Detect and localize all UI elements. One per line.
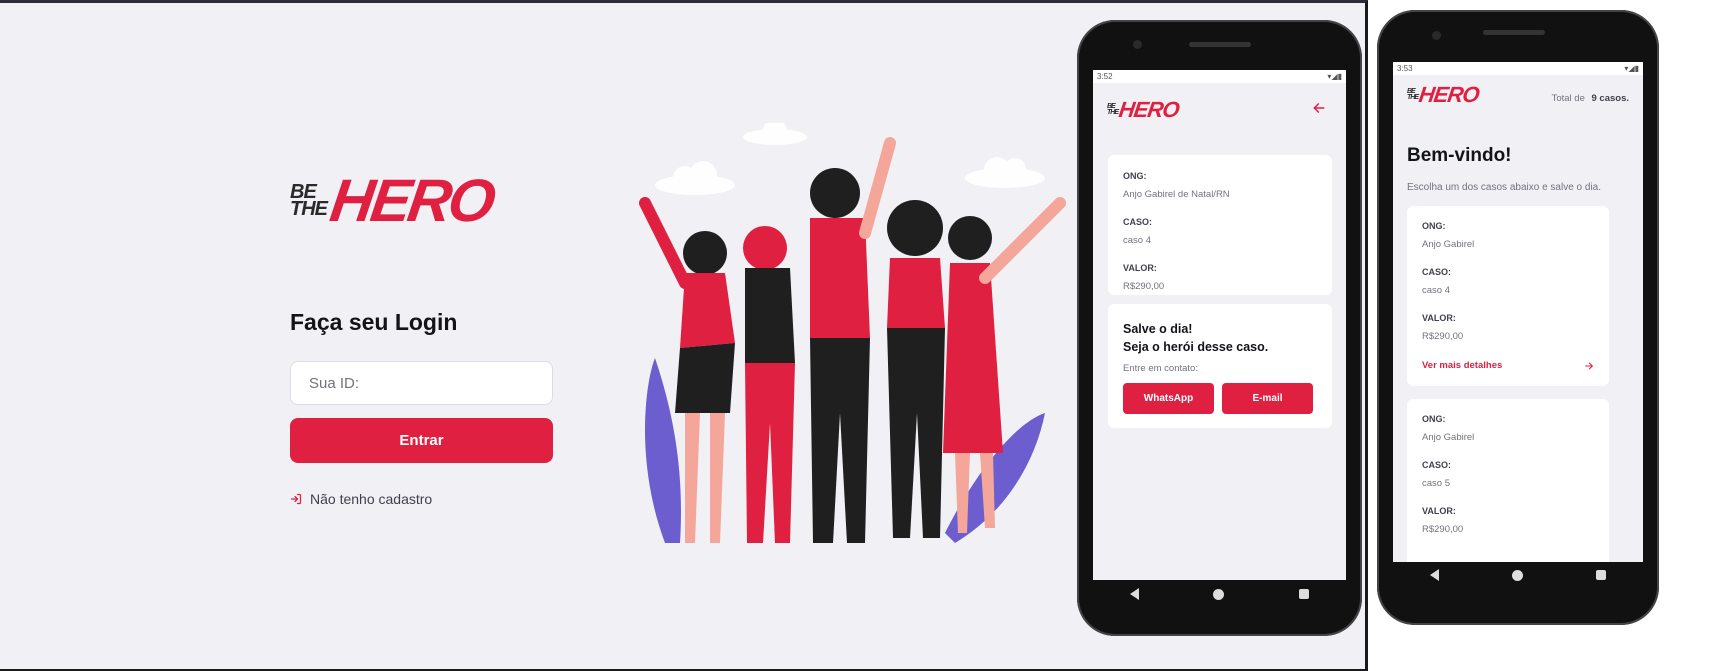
arrow-left-icon[interactable] <box>1312 101 1326 115</box>
contact-description: Entre em contato: <box>1123 363 1198 374</box>
enter-button[interactable]: Entrar <box>290 418 553 463</box>
heroes-illustration <box>639 123 1066 543</box>
nav-home-icon[interactable] <box>1213 588 1225 600</box>
details-link[interactable]: Ver mais detalhes <box>1422 360 1594 371</box>
value-value: R$290,00 <box>1422 524 1464 535</box>
ong-value: Anjo Gabirel <box>1422 239 1475 250</box>
status-icons: ▾◢▮ <box>1327 72 1342 81</box>
value-label: VALOR: <box>1123 263 1157 273</box>
logo-hero-text: HERO <box>326 167 498 234</box>
nav-recent-icon[interactable] <box>1298 589 1309 599</box>
logo-the-text: THE <box>1407 94 1419 101</box>
value-label: VALOR: <box>1422 313 1456 323</box>
incident-card: ONG: Anjo Gabirel de Natal/RN CASO: caso… <box>1108 155 1332 295</box>
be-the-hero-logo: BE THE HERO <box>290 166 497 235</box>
case-label: CASO: <box>1123 217 1152 227</box>
value-value: R$290,00 <box>1422 331 1464 342</box>
ong-value: Anjo Gabirel <box>1422 432 1475 443</box>
details-link-label: Ver mais detalhes <box>1422 360 1503 371</box>
list-screen: 3:53 ▾◢▮ BE THE HERO Total de 9 casos. B… <box>1393 62 1643 562</box>
phone-list-mockup: 3:53 ▾◢▮ BE THE HERO Total de 9 casos. B… <box>1377 10 1659 625</box>
status-time: 3:53 <box>1397 64 1413 73</box>
status-bar: 3:53 ▾◢▮ <box>1393 62 1643 75</box>
logo-hero-text: HERO <box>1417 82 1481 107</box>
be-the-hero-logo: BE THE HERO <box>1107 97 1181 123</box>
phone-speaker <box>1189 42 1251 47</box>
ong-label: ONG: <box>1422 414 1446 424</box>
total-prefix: Total de <box>1551 93 1585 104</box>
status-bar: 3:52 ▾◢▮ <box>1093 70 1346 83</box>
log-in-icon <box>290 493 302 505</box>
value-label: VALOR: <box>1422 506 1456 516</box>
detail-screen: 3:52 ▾◢▮ BE THE HERO ONG: Anjo Gabirel d… <box>1093 70 1346 580</box>
login-title: Faça seu Login <box>290 309 458 335</box>
incident-card: ONG: Anjo Gabirel CASO: caso 4 VALOR: R$… <box>1407 206 1609 386</box>
case-value: caso 4 <box>1422 285 1450 296</box>
be-the-hero-logo: BE THE HERO <box>1407 82 1481 108</box>
nav-recent-icon[interactable] <box>1596 570 1607 580</box>
logo-the-text: THE <box>290 197 328 220</box>
total-cases: Total de 9 casos. <box>1552 93 1629 104</box>
android-nav-bar <box>1393 562 1643 588</box>
contact-title-line2: Seja o herói desse caso. <box>1123 340 1269 354</box>
phone-detail-mockup: 3:52 ▾◢▮ BE THE HERO ONG: Anjo Gabirel d… <box>1077 20 1362 636</box>
logo-the-text: THE <box>1107 109 1119 116</box>
arrow-right-icon <box>1585 362 1593 369</box>
register-link-label: Não tenho cadastro <box>310 491 433 507</box>
register-link[interactable]: Não tenho cadastro <box>290 491 432 507</box>
android-nav-bar <box>1093 580 1346 608</box>
welcome-title: Bem-vindo! <box>1407 145 1512 166</box>
logo-hero-text: HERO <box>1117 97 1181 122</box>
email-button[interactable]: E-mail <box>1222 383 1313 414</box>
total-value: 9 casos. <box>1591 93 1630 104</box>
nav-back-icon[interactable] <box>1429 569 1439 581</box>
contact-title-line1: Salve o dia! <box>1123 322 1193 336</box>
welcome-description: Escolha um dos casos abaixo e salve o di… <box>1407 182 1601 193</box>
nav-home-icon[interactable] <box>1511 569 1523 581</box>
phone-camera <box>1133 40 1142 49</box>
phone-camera <box>1432 31 1441 40</box>
nav-back-icon[interactable] <box>1130 588 1140 600</box>
incident-card: ONG: Anjo Gabirel CASO: caso 5 VALOR: R$… <box>1407 399 1609 562</box>
case-value: caso 4 <box>1123 235 1151 246</box>
status-icons: ▾◢▮ <box>1624 64 1639 73</box>
phone-speaker <box>1483 30 1545 35</box>
case-label: CASO: <box>1422 267 1451 277</box>
contact-card: Salve o dia! Seja o herói desse caso. En… <box>1108 304 1332 428</box>
value-value: R$290,00 <box>1123 281 1165 292</box>
id-input[interactable] <box>290 361 553 405</box>
ong-value: Anjo Gabirel de Natal/RN <box>1123 189 1230 200</box>
case-value: caso 5 <box>1422 478 1450 489</box>
ong-label: ONG: <box>1422 221 1446 231</box>
ong-label: ONG: <box>1123 171 1147 181</box>
case-label: CASO: <box>1422 460 1451 470</box>
status-time: 3:52 <box>1097 72 1113 81</box>
whatsapp-button[interactable]: WhatsApp <box>1123 383 1214 414</box>
